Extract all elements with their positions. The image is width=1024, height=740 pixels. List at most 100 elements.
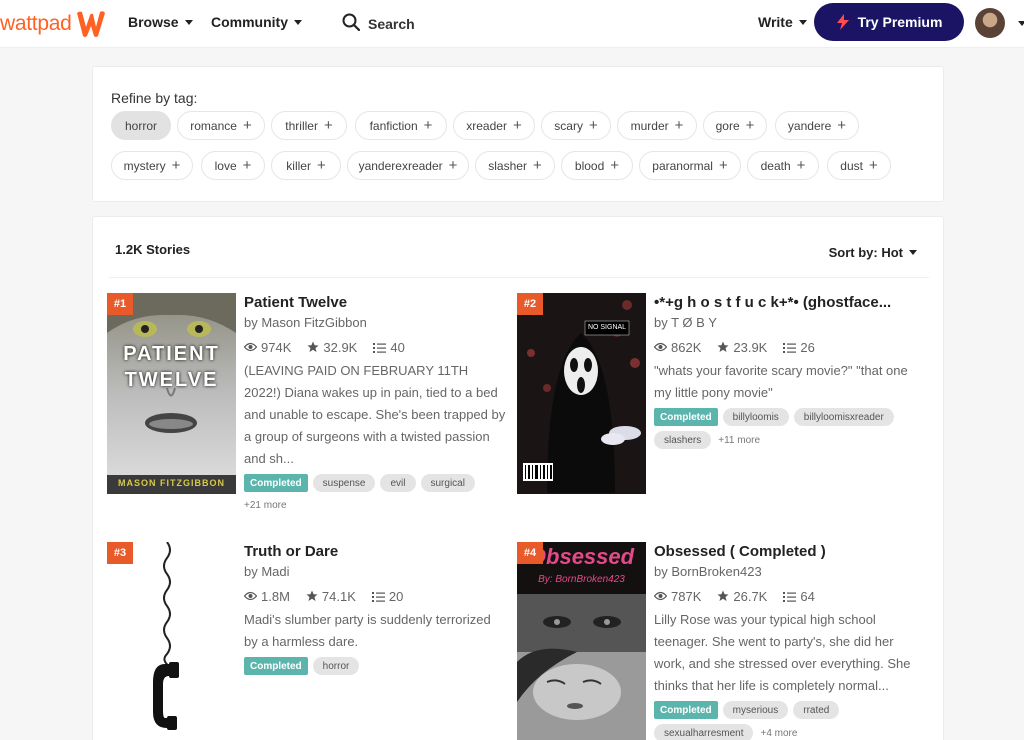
story-title[interactable]: •*+g h o s t f u c k+*• (ghostface... [654,293,918,313]
plus-icon: + [532,157,542,174]
tag-blood[interactable]: blood + [561,151,633,180]
story-tag[interactable]: evil [380,474,416,492]
chevron-down-icon [909,250,917,255]
tag-gore[interactable]: gore + [703,111,767,140]
plus-icon: + [171,157,181,174]
tag-murder[interactable]: murder + [617,111,697,140]
tag-dust[interactable]: dust + [827,151,891,180]
parts-count: 26 [800,339,815,355]
story-tags: Completed horror [244,657,508,675]
list-icon [783,342,797,353]
tag-label: slasher [488,158,527,173]
tag-xreader[interactable]: xreader + [453,111,535,140]
completed-badge: Completed [244,474,308,492]
list-icon [373,342,387,353]
search-input[interactable] [368,12,588,36]
star-icon [306,590,318,601]
story-author[interactable]: by Madi [244,564,508,582]
story-cover[interactable]: Obsessed By: BornBroken423 [517,542,646,740]
tag-label: yandere [787,118,832,133]
story-cover[interactable]: NO SIGNAL [517,293,646,494]
stories-count: 1.2K Stories [115,242,191,257]
plus-icon: + [674,117,684,134]
plus-icon: + [837,117,847,134]
tag-killer[interactable]: killer + [271,151,341,180]
stories-panel: 1.2K Stories Sort by: Hot PATIENT TWELVE… [92,216,944,740]
browse-menu[interactable]: Browse [128,14,193,30]
story-tag[interactable]: suspense [312,474,376,492]
cover-author: By: BornBroken423 [538,574,625,585]
top-navbar: wattpad Browse Community Write Try Premi… [0,0,1024,48]
plus-icon: + [242,157,252,174]
votes-count: 74.1K [321,588,356,604]
community-menu[interactable]: Community [211,14,302,30]
tag-love[interactable]: love + [201,151,265,180]
rank-badge: #3 [107,542,133,564]
tag-label: fanfiction [369,118,418,133]
plus-icon: + [512,117,522,134]
story-tag[interactable]: sexualharresment [654,724,754,740]
write-menu[interactable]: Write [758,14,807,30]
try-premium-button[interactable]: Try Premium [814,3,964,41]
story-tag[interactable]: rrated [793,701,840,719]
cover-author: MASON FITZGIBBON [118,478,225,488]
story-tag[interactable]: horror [312,657,360,675]
story-title[interactable]: Obsessed ( Completed ) [654,542,918,562]
story-tag[interactable]: billyloomis [722,408,789,426]
rank-badge: #4 [517,542,543,564]
plus-icon: + [610,157,620,174]
plus-icon: + [745,117,755,134]
search-icon[interactable] [342,13,360,31]
story-cover[interactable] [107,542,236,740]
chevron-down-icon [294,19,302,25]
refine-by-tag-panel: Refine by tag: horror romance + thriller + fa… [92,66,944,202]
avatar[interactable] [975,8,1005,38]
tag-label: killer [286,158,311,173]
wattpad-logo[interactable]: wattpad [0,8,107,40]
parts-count: 40 [390,339,405,355]
story-author[interactable]: by T Ø B Y [654,315,918,333]
star-icon [307,341,319,352]
story-author[interactable]: by Mason FitzGibbon [244,315,508,333]
completed-badge: Completed [244,657,308,675]
chevron-down-icon[interactable] [1018,21,1024,26]
tag-yanderexreader[interactable]: yanderexreader + [347,151,469,180]
more-tags-link[interactable]: +11 more [718,435,760,446]
sort-dropdown[interactable]: Sort by: Hot [829,245,917,260]
eye-icon [654,591,667,601]
cover-image [107,542,236,740]
story-stats: 787K 26.7K 64 [654,587,918,605]
star-icon [717,590,729,601]
story-tag[interactable]: myserious [722,701,789,719]
tag-death[interactable]: death + [747,151,819,180]
reads-count: 862K [671,339,702,355]
tag-scary[interactable]: scary + [541,111,611,140]
more-tags-link[interactable]: +4 more [760,728,797,739]
tag-label: thriller [285,118,318,133]
story-title[interactable]: Patient Twelve [244,293,508,313]
tag-label: mystery [123,158,166,173]
plus-icon: + [448,157,458,174]
tag-paranormal[interactable]: paranormal + [639,151,741,180]
plus-icon: + [868,157,878,174]
wattpad-w-icon [77,11,106,37]
story-cover[interactable]: PATIENT TWELVE MASON FITZGIBBON [107,293,236,494]
story-tag[interactable]: slashers [654,431,712,449]
refine-label: Refine by tag: [111,90,198,106]
more-tags-link[interactable]: +21 more [244,500,508,511]
story-tag[interactable]: billyloomisxreader [793,408,894,426]
tag-yandere[interactable]: yandere + [775,111,859,140]
tag-horror[interactable]: horror [111,111,171,140]
tag-label: romance [190,118,237,133]
parts-count: 20 [388,588,404,604]
sort-label: Sort by: Hot [828,245,903,260]
story-title[interactable]: Truth or Dare [244,542,508,562]
story-tag[interactable]: surgical [420,474,475,492]
tag-romance[interactable]: romance + [177,111,265,140]
story-author[interactable]: by BornBroken423 [654,564,918,582]
tag-slasher[interactable]: slasher + [475,151,555,180]
tag-thriller[interactable]: thriller + [271,111,347,140]
tag-fanfiction[interactable]: fanfiction + [355,111,447,140]
tag-label: scary [554,118,583,133]
tag-mystery[interactable]: mystery + [111,151,193,180]
